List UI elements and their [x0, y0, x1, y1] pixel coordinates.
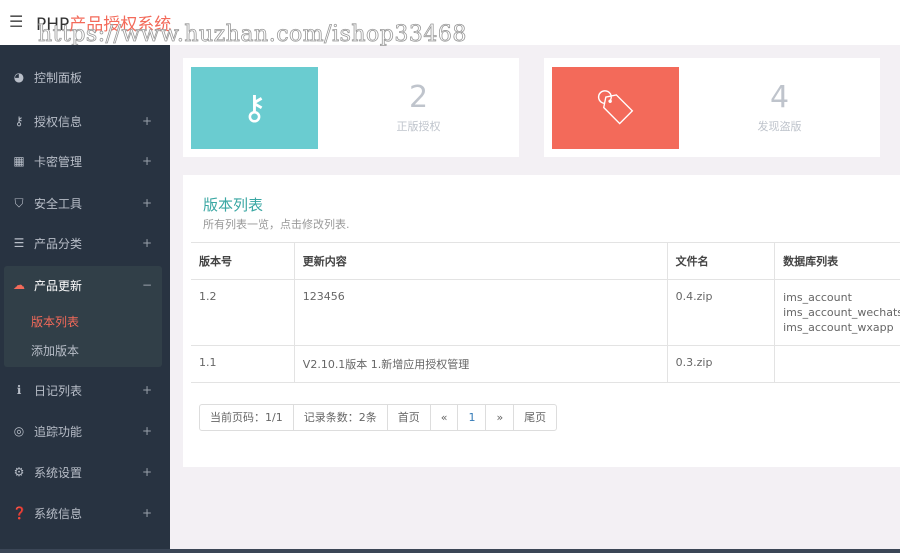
expand-icon: +: [141, 236, 152, 250]
dashboard-icon: ◕: [13, 70, 25, 84]
watermark: https://www.huzhan.com/ishop33468: [38, 22, 467, 48]
expand-icon: +: [141, 196, 152, 210]
table-row[interactable]: 1.2 123456 0.4.zip ims_account ims_accoun…: [191, 279, 900, 346]
sidebar-item-label: 安全工具: [34, 196, 83, 211]
sidebar-item-label: 系统设置: [34, 465, 83, 480]
question-icon: ❓: [12, 506, 27, 520]
column-header: 更新内容: [293, 242, 668, 280]
table-row[interactable]: 1.1 V2.10.1版本 1.新增应用授权管理 0.3.zip: [191, 345, 900, 383]
last-page-button[interactable]: 尾页: [513, 405, 556, 430]
column-header: 文件名: [666, 242, 775, 280]
expand-icon: +: [141, 383, 152, 397]
expand-icon: +: [141, 465, 152, 479]
cloud-upload-icon: ☁: [13, 278, 25, 292]
pagination: 当前页码：1/1 记录条数：2条 首页 « 1 » 尾页: [199, 404, 558, 431]
cell-db: ims_account ims_account_wechats ims_accoun…: [774, 279, 900, 346]
first-page-button[interactable]: 首页: [386, 405, 430, 430]
next-page-button[interactable]: »: [485, 405, 513, 430]
current-page-info: 当前页码：1/1: [210, 411, 283, 424]
expand-icon: +: [141, 114, 152, 128]
sidebar-item-label: 追踪功能: [34, 424, 83, 439]
expand-icon: +: [141, 424, 152, 438]
info-icon: ℹ: [16, 383, 22, 397]
sidebar-item-label: 产品分类: [34, 236, 83, 251]
sidebar-item-label: 卡密管理: [34, 154, 83, 169]
bottom-bar: [0, 549, 900, 553]
expand-icon: +: [141, 154, 152, 168]
db-name: ims_account_wxapp: [783, 321, 894, 334]
sidebar-item-cards[interactable]: ▦ 卡密管理 +: [0, 146, 170, 176]
stat-card-pirated: 🏷 4 发现盗版: [544, 58, 880, 157]
sidebar-item-settings[interactable]: ⚙ 系统设置 +: [0, 457, 170, 487]
sidebar-item-categories[interactable]: ☰ 产品分类 +: [0, 228, 170, 258]
stat-card-licensed: ⚷ 2 正版授权: [183, 58, 519, 157]
key-icon: ⚷: [14, 114, 24, 128]
sidebar-item-label: 产品更新: [34, 278, 83, 293]
version-table: 版本号 更新内容 文件名 数据库列表 1.2 123456 0.4.zip im…: [191, 242, 900, 383]
list-icon: ☰: [13, 236, 25, 250]
cell-content: 123456: [293, 279, 668, 346]
cell-db: [774, 345, 900, 383]
cell-file: 0.4.zip: [666, 279, 775, 346]
table-header: 版本号 更新内容 文件名 数据库列表: [191, 242, 900, 280]
sidebar-subitem-version-list[interactable]: 版本列表: [31, 313, 79, 330]
expand-icon: +: [141, 506, 152, 520]
target-icon: ◎: [13, 424, 25, 438]
cell-content: V2.10.1版本 1.新增应用授权管理: [293, 345, 668, 383]
cell-version: 1.2: [191, 279, 295, 346]
stat-value: 2: [408, 80, 429, 115]
column-header: 数据库列表: [774, 242, 900, 280]
sidebar-item-label: 日记列表: [34, 383, 83, 398]
prev-page-button[interactable]: «: [429, 405, 458, 430]
panel-subtitle: 所有列表一览，点击修改列表.: [203, 218, 350, 231]
sidebar-item-system-info[interactable]: ❓ 系统信息 +: [0, 498, 170, 528]
stat-value: 4: [769, 80, 790, 115]
record-count: 记录条数：2条: [292, 405, 387, 430]
sidebar-item-security[interactable]: ⛉ 安全工具 +: [0, 188, 170, 218]
sidebar-item-logs[interactable]: ℹ 日记列表 +: [0, 375, 170, 405]
cell-version: 1.1: [191, 345, 295, 383]
tags-icon: 🏷: [552, 67, 679, 149]
sidebar-item-label: 授权信息: [34, 114, 83, 129]
shield-icon: ⛉: [14, 195, 24, 210]
collapse-icon: −: [141, 278, 152, 292]
db-name: ims_account_wechats: [783, 306, 900, 319]
panel-title: 版本列表: [203, 196, 264, 214]
sidebar-subitem-add-version[interactable]: 添加版本: [31, 342, 79, 359]
sidebar-item-updates[interactable]: ☁ 产品更新 −: [0, 270, 170, 300]
qrcode-icon: ▦: [13, 154, 25, 168]
menu-toggle-icon[interactable]: ☰: [9, 12, 23, 31]
sidebar-item-tracking[interactable]: ◎ 追踪功能 +: [0, 416, 170, 446]
stat-label: 发现盗版: [757, 120, 802, 133]
cell-file: 0.3.zip: [666, 345, 775, 383]
key-icon: ⚷: [191, 67, 318, 149]
top-header: ☰ PHP产品授权系统 https://www.huzhan.com/ishop…: [0, 0, 900, 48]
db-name: ims_account: [783, 291, 852, 304]
sidebar-item-label: 系统信息: [34, 506, 83, 521]
sidebar: ◕ 控制面板 ⚷ 授权信息 + ▦ 卡密管理 + ⛉ 安全工具 + ☰ 产品分类 + ☁ 产品更新 −…: [0, 45, 170, 553]
sidebar-item-dashboard[interactable]: ◕ 控制面板: [0, 62, 170, 92]
version-list-panel: 版本列表 所有列表一览，点击修改列表. 版本号 更新内容 文件名 数据库列表 1…: [183, 175, 900, 467]
column-header: 版本号: [191, 242, 295, 280]
stat-label: 正版授权: [396, 120, 441, 133]
page-1-button[interactable]: 1: [457, 405, 485, 430]
gears-icon: ⚙: [13, 465, 25, 479]
sidebar-item-label: 控制面板: [34, 70, 83, 85]
sidebar-item-license[interactable]: ⚷ 授权信息 +: [0, 106, 170, 136]
